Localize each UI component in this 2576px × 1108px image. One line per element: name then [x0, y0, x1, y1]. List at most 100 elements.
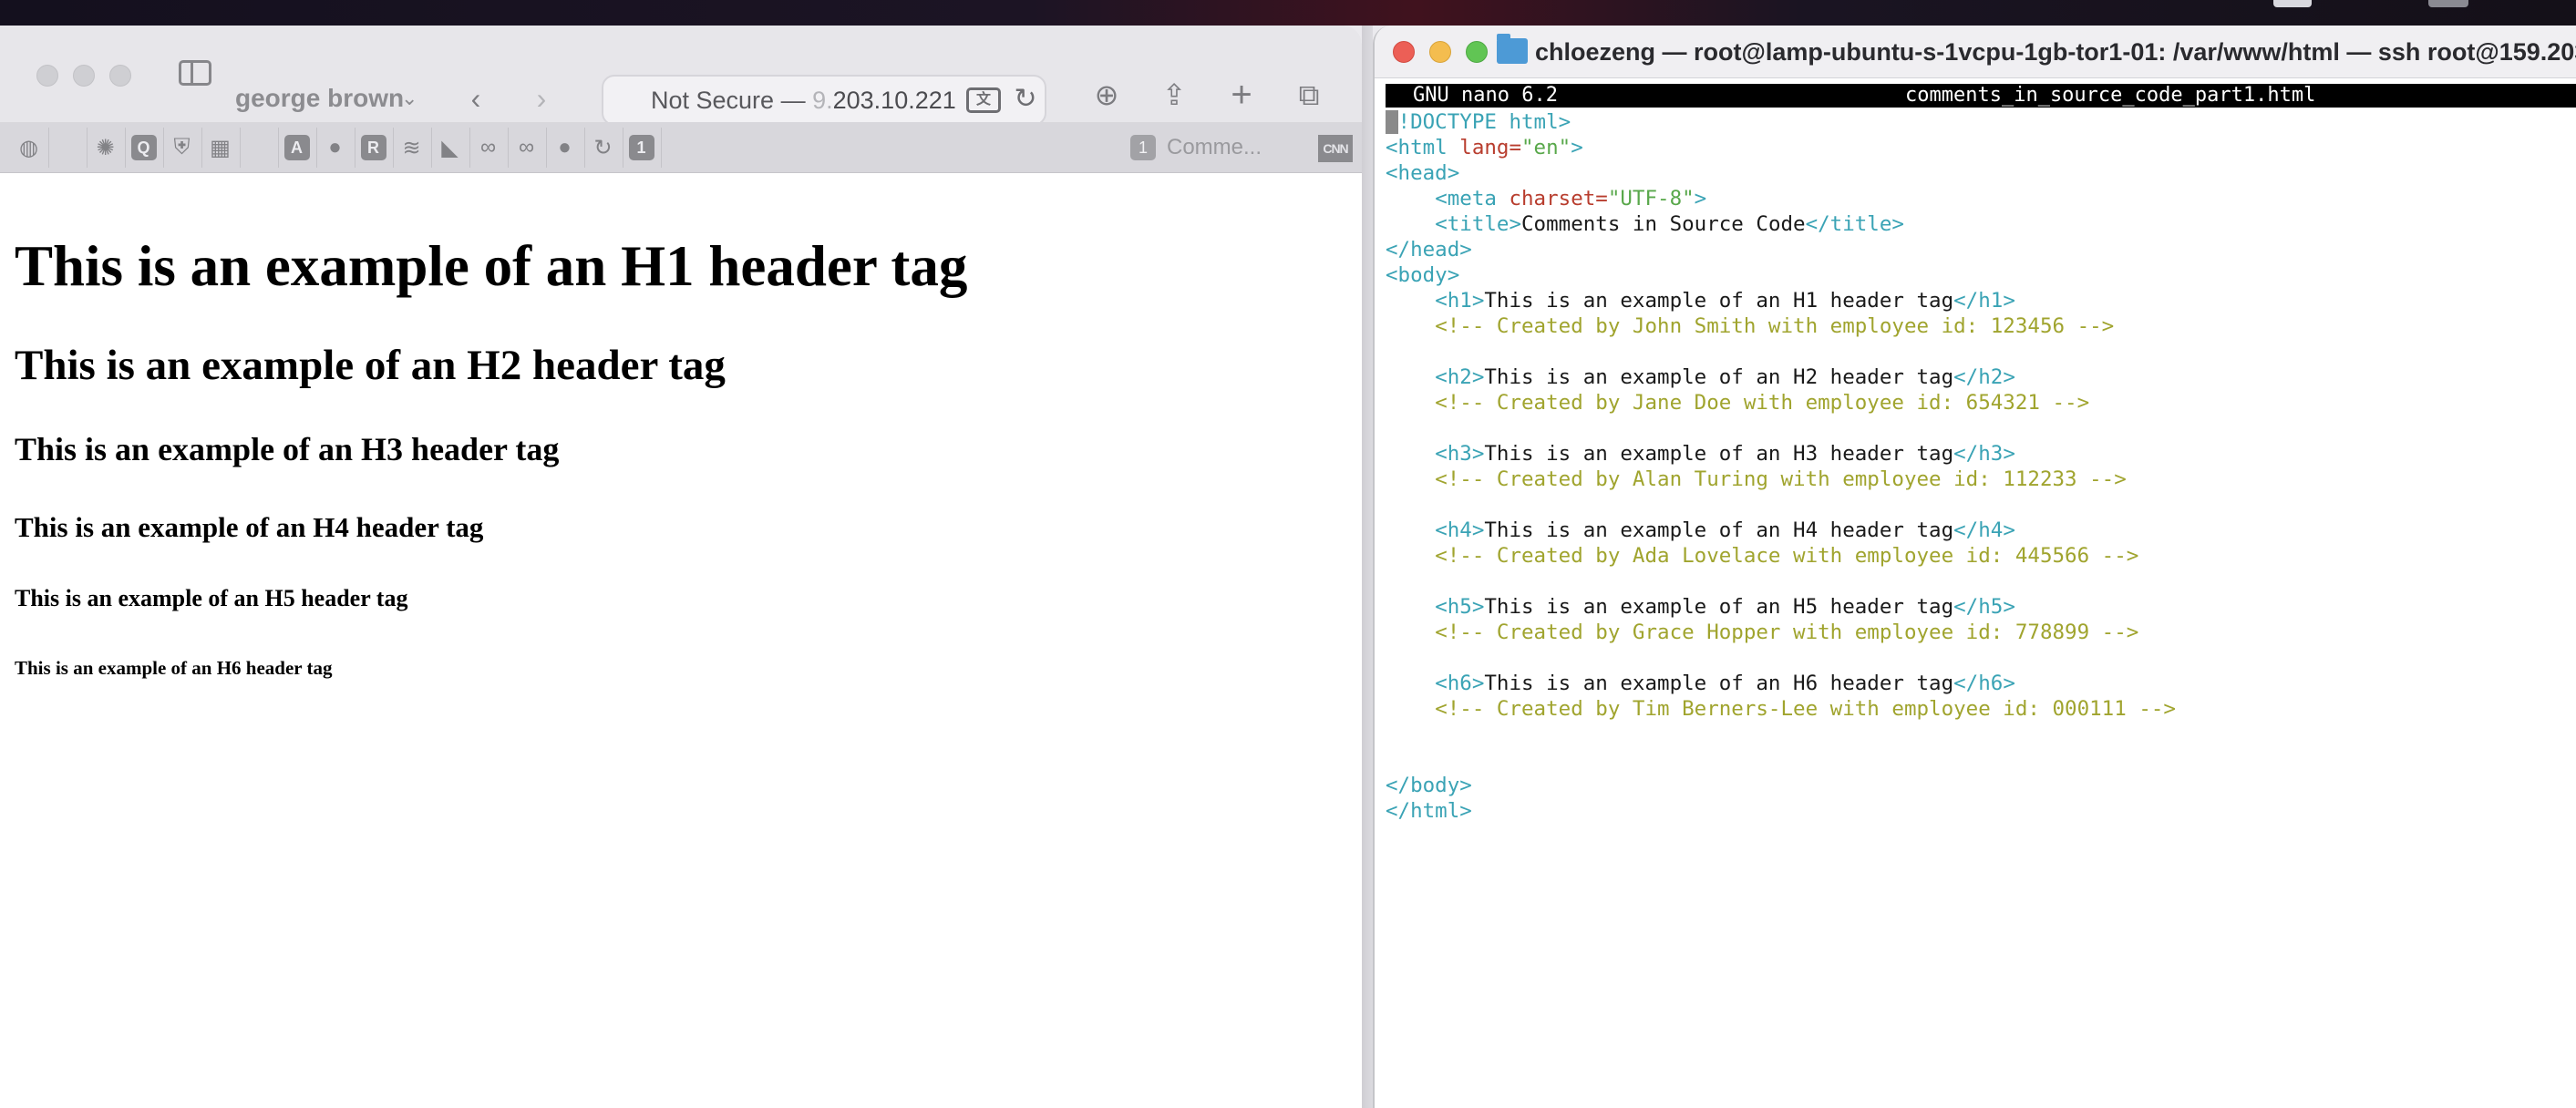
- a-icon[interactable]: A: [277, 128, 317, 168]
- back-arrow-icon[interactable]: ‹: [459, 80, 492, 117]
- menubar-status-item[interactable]: [2273, 0, 2312, 7]
- apple-icon[interactable]: [239, 128, 279, 168]
- a-icon-glyph: A: [283, 135, 310, 160]
- nano-version: GNU nano 6.2: [1413, 84, 1558, 107]
- code-line: <head>: [1386, 160, 1459, 186]
- code-tag: <body>: [1386, 263, 1460, 287]
- q-icon[interactable]: Q: [124, 128, 164, 168]
- terminal-titlebar: chloezeng — root@lamp-ubuntu-s-1vcpu-1gb…: [1375, 26, 2576, 78]
- code-line: <h3>This is an example of an H3 header t…: [1386, 441, 2015, 467]
- favorites-bar: ◍ ✺ Q ⛨ ▦ A ● R ≋ ◣ ∞ ∞ ● ↻ 1 1 Comme... CNN: [0, 122, 1362, 173]
- grid-icon[interactable]: ▦: [201, 128, 241, 168]
- share-icon[interactable]: ⇪: [1156, 77, 1192, 113]
- apple-icon[interactable]: [47, 128, 88, 168]
- openai-icon[interactable]: ✺: [86, 128, 126, 168]
- code-tag: </h5>: [1953, 595, 2015, 619]
- code-line: </html>: [1386, 798, 1472, 824]
- code-tag: </h1>: [1953, 289, 2015, 313]
- code-line: <body>: [1386, 262, 1459, 288]
- heading-h6: This is an example of an H6 header tag: [15, 657, 333, 679]
- link-icon[interactable]: ∞: [507, 128, 547, 168]
- code-text: This is an example of an H5 header tag: [1484, 595, 1954, 619]
- code-line: <!-- Created by Jane Doe with employee i…: [1386, 390, 2089, 416]
- code-line: <h2>This is an example of an H2 header t…: [1386, 364, 2015, 390]
- sidebar-toggle-icon[interactable]: [179, 60, 211, 86]
- code-line: <h6>This is an example of an H6 header t…: [1386, 671, 2015, 696]
- cnn-icon[interactable]: CNN: [1318, 135, 1353, 162]
- code-line: <h1>This is an example of an H1 header t…: [1386, 288, 2015, 313]
- github-icon[interactable]: ●: [315, 128, 355, 168]
- code-line: <h5>This is an example of an H5 header t…: [1386, 594, 2015, 620]
- github-icon[interactable]: ●: [545, 128, 585, 168]
- code-tag: </h2>: [1953, 365, 2015, 389]
- desktop-background: [0, 0, 2576, 26]
- safari-toolbar: george brown ⌄ ‹ › Not Secure — 9.203.10…: [0, 26, 1362, 126]
- shield-logo-icon[interactable]: ⛨: [162, 128, 202, 168]
- heading-h2: This is an example of an H2 header tag: [15, 342, 726, 389]
- code-value: "UTF-8": [1607, 187, 1695, 210]
- new-tab-icon[interactable]: +: [1223, 77, 1260, 113]
- terminal-minimize-button[interactable]: [1429, 41, 1451, 63]
- code-tag: >: [1571, 136, 1583, 159]
- code-text: This is an example of an H4 header tag: [1484, 518, 1954, 542]
- code-line: <h4>This is an example of an H4 header t…: [1386, 518, 2015, 543]
- code-line: <!-- Created by Tim Berners-Lee with emp…: [1386, 696, 2176, 722]
- translate-icon[interactable]: 文: [966, 87, 1001, 113]
- code-comment: <!-- Created by Alan Turing with employe…: [1435, 467, 2127, 491]
- window-gap: [1362, 26, 1373, 1108]
- link-icon[interactable]: ∞: [469, 128, 509, 168]
- code-line: <!-- Created by John Smith with employee…: [1386, 313, 2114, 339]
- code-comment: <!-- Created by Grace Hopper with employ…: [1435, 621, 2139, 644]
- code-doctype: !DOCTYPE html>: [1397, 110, 1571, 134]
- code-tag: <title>: [1435, 212, 1522, 236]
- tab-number-badge: 1: [1130, 135, 1156, 160]
- one-icon-glyph: 1: [628, 135, 654, 160]
- window-zoom-button[interactable]: [109, 65, 131, 87]
- profile-name[interactable]: george brown: [235, 82, 404, 115]
- chevron-down-icon[interactable]: ⌄: [401, 82, 417, 115]
- forward-arrow-icon[interactable]: ›: [525, 80, 558, 117]
- code-comment: <!-- Created by Jane Doe with employee i…: [1435, 391, 2090, 415]
- code-line: !DOCTYPE html>: [1386, 109, 1571, 135]
- download-icon[interactable]: ⊕: [1088, 77, 1125, 113]
- globe-icon[interactable]: ◍: [9, 128, 49, 168]
- code-line: <title>Comments in Source Code</title>: [1386, 211, 1904, 237]
- tab-overview-icon[interactable]: ⧉: [1291, 77, 1327, 113]
- code-tag: </head>: [1386, 238, 1472, 262]
- heading-h1: This is an example of an H1 header tag: [15, 234, 968, 298]
- folder-icon: [1497, 34, 1528, 64]
- not-secure-label: Not Secure —: [651, 87, 806, 114]
- code-text: This is an example of an H3 header tag: [1484, 442, 1954, 466]
- window-minimize-button[interactable]: [73, 65, 95, 87]
- stack-icon[interactable]: ≋: [392, 128, 432, 168]
- code-tag: <h3>: [1435, 442, 1485, 466]
- r-icon[interactable]: R: [354, 128, 394, 168]
- terminal-zoom-button[interactable]: [1466, 41, 1488, 63]
- flutter-icon[interactable]: ◣: [430, 128, 470, 168]
- code-comment: <!-- Created by Ada Lovelace with employ…: [1435, 544, 2139, 568]
- one-icon[interactable]: 1: [622, 128, 662, 168]
- menubar-status-item[interactable]: [2428, 0, 2468, 7]
- refresh-logo-icon[interactable]: ↻: [583, 128, 623, 168]
- code-text: Comments in Source Code: [1521, 212, 1806, 236]
- terminal-close-button[interactable]: [1393, 41, 1415, 63]
- code-line: </head>: [1386, 237, 1472, 262]
- address-ip: 203.10.221: [832, 87, 956, 114]
- window-close-button[interactable]: [36, 65, 58, 87]
- heading-h3: This is an example of an H3 header tag: [15, 431, 560, 467]
- code-text: This is an example of an H6 header tag: [1484, 672, 1954, 695]
- code-line: <meta charset="UTF-8">: [1386, 186, 1706, 211]
- reload-icon[interactable]: ↻: [1010, 84, 1041, 115]
- terminal-window: chloezeng — root@lamp-ubuntu-s-1vcpu-1gb…: [1373, 26, 2576, 1108]
- code-tag: </title>: [1805, 212, 1904, 236]
- code-tag: <h4>: [1435, 518, 1485, 542]
- code-tag: <html: [1386, 136, 1448, 159]
- code-line: <!-- Created by Alan Turing with employe…: [1386, 467, 2127, 492]
- code-line: <!-- Created by Grace Hopper with employ…: [1386, 620, 2138, 645]
- address-bar[interactable]: Not Secure — 9.203.10.221 文 ↻: [602, 75, 1046, 126]
- safari-window: george brown ⌄ ‹ › Not Secure — 9.203.10…: [0, 26, 1362, 1108]
- pinned-tab-comments[interactable]: 1 Comme...: [1130, 129, 1262, 166]
- code-tag: <meta: [1435, 187, 1497, 210]
- heading-h5: This is an example of an H5 header tag: [15, 585, 408, 611]
- code-text: This is an example of an H2 header tag: [1484, 365, 1954, 389]
